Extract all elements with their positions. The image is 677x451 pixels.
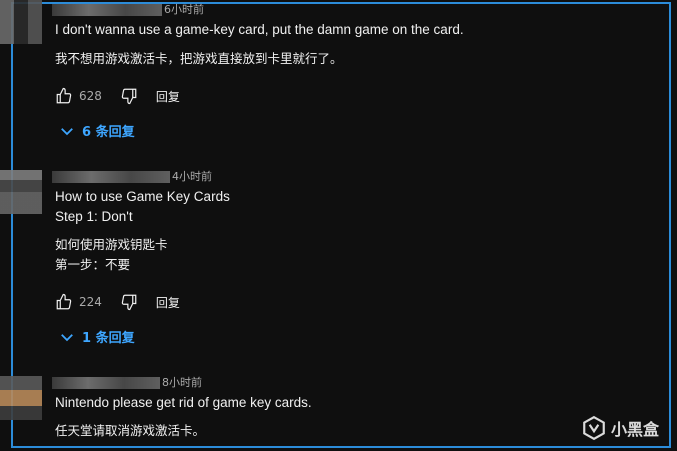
thumbs-up-icon[interactable]: [55, 87, 73, 105]
comment-text: I don't wanna use a game-key card, put t…: [55, 22, 464, 37]
comment-timestamp[interactable]: 8小时前: [162, 374, 202, 390]
comment-translation-line: 如何使用游戏钥匙卡: [55, 237, 168, 252]
author-name[interactable]: [52, 4, 162, 16]
chevron-down-icon: [61, 333, 73, 341]
comment-translation: 我不想用游戏激活卡，把游戏直接放到卡里就行了。: [55, 51, 343, 66]
avatar[interactable]: [0, 170, 42, 214]
like-count: 628: [79, 89, 102, 103]
thumbs-down-icon[interactable]: [120, 293, 138, 311]
comment-text: Nintendo please get rid of game key card…: [55, 395, 312, 410]
comment-actions: 224 回复: [55, 292, 180, 312]
comment-text-line: Step 1: Don't: [55, 209, 133, 224]
comment-translation: 任天堂请取消游戏激活卡。: [55, 423, 206, 438]
reply-button[interactable]: 回复: [156, 294, 180, 311]
avatar[interactable]: [0, 376, 42, 420]
avatar[interactable]: [0, 0, 42, 44]
chevron-down-icon: [61, 127, 73, 135]
author-name[interactable]: [52, 171, 170, 183]
thumbs-up-icon[interactable]: [55, 293, 73, 311]
comment-timestamp[interactable]: 4小时前: [172, 168, 212, 184]
thumbs-down-icon[interactable]: [120, 87, 138, 105]
replies-label: 6 条回复: [82, 125, 135, 140]
watermark-text: 小黑盒: [610, 420, 659, 439]
comment-actions: 628 回复: [55, 86, 180, 106]
view-replies-button[interactable]: 1 条回复: [58, 327, 135, 346]
view-replies-button[interactable]: 6 条回复: [58, 121, 135, 140]
like-count: 224: [79, 295, 102, 309]
reply-button[interactable]: 回复: [156, 88, 180, 105]
xiaoheihe-logo-icon: [583, 415, 605, 441]
comment-translation-line: 第一步：不要: [55, 257, 131, 272]
comment-text-line: How to use Game Key Cards: [55, 189, 230, 204]
watermark: 小黑盒: [581, 415, 659, 441]
comment-timestamp[interactable]: 6小时前: [164, 1, 204, 17]
author-name[interactable]: [52, 377, 160, 389]
replies-label: 1 条回复: [82, 331, 135, 346]
